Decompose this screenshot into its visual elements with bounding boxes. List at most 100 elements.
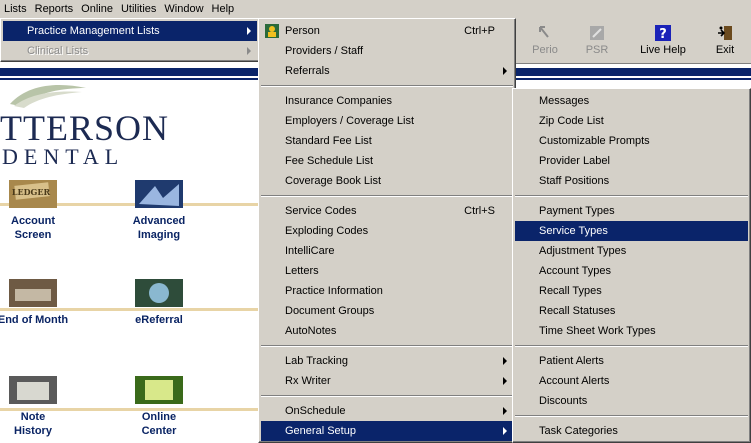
menu-item-insurance-companies[interactable]: Insurance Companies	[261, 91, 513, 111]
menu-online[interactable]: Online	[77, 0, 117, 18]
exit-label: Exit	[715, 44, 735, 56]
menu-item-employers[interactable]: Employers / Coverage List	[261, 111, 513, 131]
menu-item-patient-alerts[interactable]: Patient Alerts	[515, 351, 748, 371]
menu-item-onschedule[interactable]: OnSchedule	[261, 401, 513, 421]
submenu-arrow-icon	[503, 357, 507, 365]
menu-item-label: Zip Code List	[539, 115, 604, 127]
menu-item-exploding-codes[interactable]: Exploding Codes	[261, 221, 513, 241]
exit-button[interactable]: Exit	[699, 22, 751, 62]
imaging-icon	[135, 180, 183, 208]
psr-button[interactable]: PSR	[571, 22, 623, 62]
menu-window[interactable]: Window	[160, 0, 207, 18]
live-help-button[interactable]: ? Live Help	[631, 22, 695, 62]
perio-label: Perio	[532, 44, 558, 56]
menu-item-service-types[interactable]: Service Types	[515, 221, 748, 241]
practice-management-menu: Person Ctrl+P Providers / Staff Referral…	[258, 18, 516, 443]
perio-icon	[539, 26, 549, 38]
menu-item-service-codes[interactable]: Service Codes Ctrl+S	[261, 201, 513, 221]
ereferral-tile[interactable]: eReferral	[114, 277, 204, 327]
menu-item-label: Clinical Lists	[27, 45, 89, 57]
toolbar: Perio PSR ? Live Help Exit	[515, 18, 751, 64]
menu-item-staff-positions[interactable]: Staff Positions	[515, 171, 748, 191]
menu-item-zip-code-list[interactable]: Zip Code List	[515, 111, 748, 131]
menu-item-intellicare[interactable]: IntelliCare	[261, 241, 513, 261]
menu-item-label: Standard Fee List	[285, 135, 372, 147]
menu-item-general-setup[interactable]: General Setup	[261, 421, 513, 441]
psr-label: PSR	[585, 44, 609, 56]
menu-item-label: Practice Information	[285, 285, 383, 297]
menu-item-document-groups[interactable]: Document Groups	[261, 301, 513, 321]
menu-item-label: Exploding Codes	[285, 225, 369, 237]
menu-item-fee-schedule-list[interactable]: Fee Schedule List	[261, 151, 513, 171]
menu-item-standard-fee-list[interactable]: Standard Fee List	[261, 131, 513, 151]
menu-separator	[261, 85, 513, 87]
account-screen-tile[interactable]: LEDGER Account Screen	[0, 178, 78, 242]
menu-item-recall-statuses[interactable]: Recall Statuses	[515, 301, 748, 321]
menu-item-letters[interactable]: Letters	[261, 261, 513, 281]
advanced-imaging-tile[interactable]: Advanced Imaging	[114, 178, 204, 242]
general-setup-menu: Messages Zip Code List Customizable Prom…	[512, 88, 751, 443]
menu-item-label: Employers / Coverage List	[285, 115, 414, 127]
menu-item-label: Fee Schedule List	[285, 155, 374, 167]
shortcut-label: Ctrl+P	[464, 25, 495, 37]
help-icon: ?	[655, 25, 671, 42]
menu-item-practice-information[interactable]: Practice Information	[261, 281, 513, 301]
menu-item-autonotes[interactable]: AutoNotes	[261, 321, 513, 341]
menu-item-label: Referrals	[285, 65, 330, 77]
menu-item-label: Patient Alerts	[539, 355, 604, 367]
svg-text:?: ?	[659, 27, 667, 42]
note-history-label: Note History	[14, 411, 52, 437]
menu-reports[interactable]: Reports	[31, 0, 78, 18]
menu-item-payment-types[interactable]: Payment Types	[515, 201, 748, 221]
menu-item-coverage-book-list[interactable]: Coverage Book List	[261, 171, 513, 191]
menu-utilities[interactable]: Utilities	[117, 0, 160, 18]
menu-item-messages[interactable]: Messages	[515, 91, 748, 111]
menu-item-provider-label[interactable]: Provider Label	[515, 151, 748, 171]
menu-item-label: Task Categories	[539, 425, 618, 437]
menu-item-discounts[interactable]: Discounts	[515, 391, 748, 411]
menu-item-referrals[interactable]: Referrals	[261, 61, 513, 81]
menu-help[interactable]: Help	[208, 0, 239, 18]
online-center-label: Online Center	[141, 411, 177, 437]
menu-item-label: Service Codes	[285, 205, 357, 217]
menu-item-label: Coverage Book List	[285, 175, 381, 187]
menu-item-label: Recall Types	[539, 285, 602, 297]
menu-lists[interactable]: Lists	[0, 0, 31, 18]
submenu-arrow-icon	[503, 427, 507, 435]
menu-item-adjustment-types[interactable]: Adjustment Types	[515, 241, 748, 261]
svg-text:LEDGER: LEDGER	[12, 187, 51, 197]
menu-item-person[interactable]: Person Ctrl+P	[261, 21, 513, 41]
menu-item-label: Document Groups	[285, 305, 375, 317]
menu-item-time-sheet-work-types[interactable]: Time Sheet Work Types	[515, 321, 748, 341]
menu-item-practice-management-lists[interactable]: Practice Management Lists	[3, 21, 257, 41]
menu-item-providers-staff[interactable]: Providers / Staff	[261, 41, 513, 61]
menu-item-label: IntelliCare	[285, 245, 335, 257]
end-of-month-label: End of Month	[0, 314, 69, 326]
menu-item-label: AutoNotes	[285, 325, 337, 337]
menu-separator	[261, 395, 513, 397]
menu-item-label: Time Sheet Work Types	[539, 325, 656, 337]
perio-button[interactable]: Perio	[519, 22, 571, 62]
ereferral-icon	[135, 279, 183, 307]
note-history-tile[interactable]: Note History	[0, 374, 78, 438]
menu-item-rx-writer[interactable]: Rx Writer	[261, 371, 513, 391]
menu-item-customizable-prompts[interactable]: Customizable Prompts	[515, 131, 748, 151]
submenu-arrow-icon	[503, 377, 507, 385]
person-icon	[265, 24, 279, 38]
ledger-icon: LEDGER	[9, 180, 57, 208]
menu-item-recall-types[interactable]: Recall Types	[515, 281, 748, 301]
logo-swoosh-icon	[10, 85, 86, 108]
note-icon	[9, 376, 57, 404]
end-of-month-tile[interactable]: End of Month	[0, 277, 78, 327]
menu-item-account-types[interactable]: Account Types	[515, 261, 748, 281]
advanced-imaging-label: Advanced Imaging	[132, 215, 186, 241]
menu-bar: Lists Reports Online Utilities Window He…	[0, 0, 751, 18]
menu-item-label: Adjustment Types	[539, 245, 627, 257]
menu-item-lab-tracking[interactable]: Lab Tracking	[261, 351, 513, 371]
menu-separator	[261, 345, 513, 347]
menu-item-clinical-lists[interactable]: Clinical Lists	[3, 41, 257, 61]
submenu-arrow-icon	[247, 27, 251, 35]
online-center-tile[interactable]: Online Center	[114, 374, 204, 438]
menu-item-task-categories[interactable]: Task Categories	[515, 421, 748, 441]
menu-item-account-alerts[interactable]: Account Alerts	[515, 371, 748, 391]
